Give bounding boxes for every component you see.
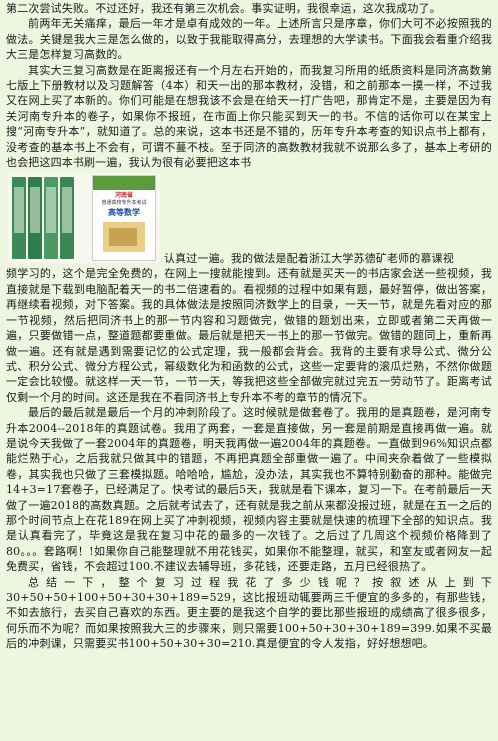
textbook-spine bbox=[60, 177, 74, 260]
paragraph-4: 频学习的，这个是完全免费的，在网上一搜就能搜到。还有就是买天一的书店家会送一些视… bbox=[6, 267, 492, 404]
cover-title: 高等数学 bbox=[108, 207, 140, 218]
image-side-text: 认真过一遍。我的做法是配着浙江大学苏德矿老师的慕课视 bbox=[164, 252, 454, 266]
cover-province: 河南省 bbox=[114, 192, 133, 200]
paragraph-3: 其实大三复习高数是在距离报还有一个月左右开始的，而我复习所用的纸质资料是同济高数… bbox=[6, 63, 492, 170]
paragraph-6: 总结一下，整个复习过程我花了多少钱呢？按叙述从上到下30+50+50+100+5… bbox=[6, 575, 492, 651]
article: 第二次尝试失败。不过还好，我还有第三次机会。事实证明，我很幸运，这次我成功了。 … bbox=[0, 1, 498, 741]
textbook-spine bbox=[44, 177, 58, 260]
book-image-row: 河南省 普通高校专升本考试 高等数学 认真过一遍。我的做法是配着浙江大学苏德矿老… bbox=[6, 173, 492, 266]
textbook-spine bbox=[12, 177, 26, 260]
textbook-spine bbox=[28, 177, 42, 260]
paragraph-5: 最后的最后就是最后一个月的冲刺阶段了。这时候就是做套卷了。我用的是真题卷，是河南… bbox=[6, 406, 492, 574]
book-photo: 河南省 普通高校专升本考试 高等数学 bbox=[8, 173, 160, 264]
exam-book-cover: 河南省 普通高校专升本考试 高等数学 bbox=[92, 175, 156, 262]
paragraph-2: 前两年无关痛痒，最后一年才是卓有成效的一年。上述所言只是序章，你们大可不必按照我… bbox=[6, 17, 492, 62]
cover-subtitle: 普通高校专升本考试 bbox=[101, 200, 147, 207]
paragraph-1: 第二次尝试失败。不过还好，我还有第三次机会。事实证明，我很幸运，这次我成功了。 bbox=[6, 2, 441, 15]
